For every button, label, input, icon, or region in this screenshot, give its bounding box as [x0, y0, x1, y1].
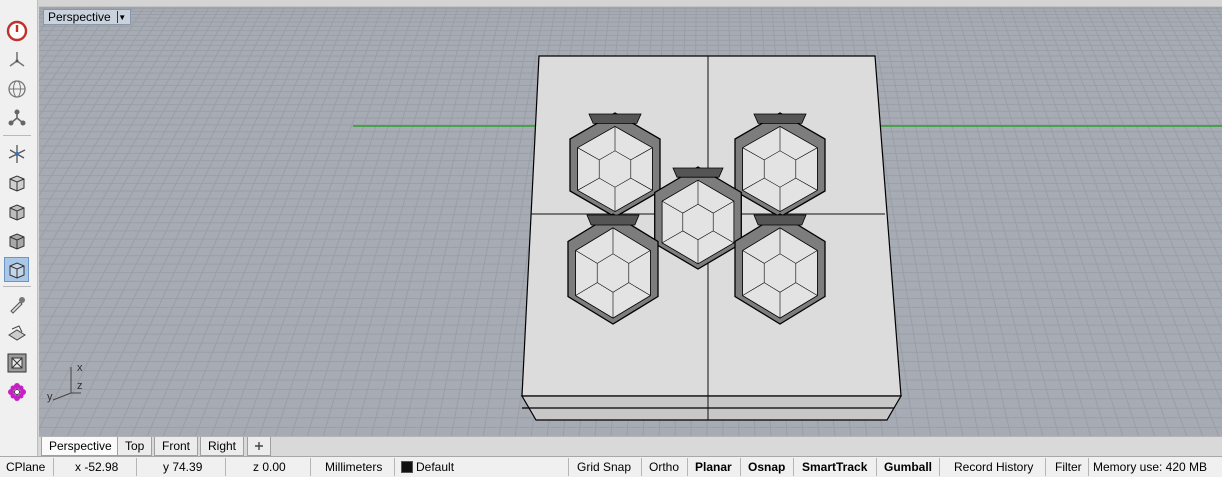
units-label[interactable]: Millimeters	[325, 457, 382, 477]
grid-line	[1063, 7, 1222, 406]
smarttrack-toggle[interactable]: SmartTrack	[802, 457, 867, 477]
chevron-down-icon[interactable]: ▼	[116, 11, 127, 23]
grid-line	[322, 7, 448, 436]
grid-line	[1009, 7, 1156, 436]
grid-line	[977, 7, 1108, 436]
tab-label: Front	[162, 439, 191, 453]
axis-label-x: x	[77, 362, 83, 374]
viewport-title-label: Perspective	[48, 10, 111, 24]
grid-line	[1085, 7, 1222, 332]
box-icon[interactable]	[4, 228, 29, 253]
grid-line	[338, 7, 459, 436]
grid-line	[923, 7, 1028, 436]
pipette-icon[interactable]	[4, 292, 29, 317]
grid-line	[386, 7, 491, 436]
perspective-viewport[interactable]: Perspective ▼ x z y	[39, 6, 1222, 436]
grid-line	[1150, 7, 1222, 153]
grid-line	[998, 7, 1140, 436]
grid-snap-toggle[interactable]: Grid Snap	[577, 457, 631, 477]
grid-line	[274, 7, 416, 436]
world-icon[interactable]	[4, 76, 29, 101]
ortho-toggle[interactable]: Ortho	[649, 457, 679, 477]
box-icon[interactable]	[4, 170, 29, 195]
tab-front[interactable]: Front	[154, 437, 199, 456]
transform-icon[interactable]	[4, 141, 29, 166]
viewport-title[interactable]: Perspective ▼	[43, 9, 131, 25]
axis-label-z: z	[77, 380, 83, 392]
viewport-scene	[39, 7, 1222, 436]
box-icon[interactable]	[4, 199, 29, 224]
planar-toggle[interactable]: Planar	[695, 457, 732, 477]
grid-line	[178, 7, 351, 436]
flower-icon[interactable]	[4, 379, 29, 404]
frame-icon[interactable]	[4, 350, 29, 375]
grid-line	[901, 7, 996, 436]
current-layer[interactable]: Default	[401, 457, 454, 477]
grid-line	[146, 7, 329, 436]
tab-label: Right	[208, 439, 237, 453]
gumball-icon[interactable]	[4, 105, 29, 130]
cplane-label[interactable]: CPlane	[6, 457, 45, 477]
layer-color-swatch	[401, 461, 413, 473]
osnap-toggle[interactable]: Osnap	[748, 457, 785, 477]
cplane-icon[interactable]	[4, 47, 29, 72]
grid-line	[418, 7, 513, 436]
grid-line	[1172, 7, 1222, 104]
tab-label: Top	[125, 439, 145, 453]
record-history-toggle[interactable]: Record History	[954, 457, 1033, 477]
grid-line	[130, 7, 318, 436]
coord-z: z 0.00	[253, 460, 286, 474]
grid-line	[1042, 7, 1204, 436]
grid-line	[1204, 7, 1222, 39]
grid-line	[210, 7, 372, 436]
left-toolbar	[0, 0, 38, 456]
grid-line	[1020, 7, 1172, 436]
tab-label: Perspective	[49, 439, 112, 453]
grid-line	[258, 7, 405, 436]
filter-toggle[interactable]: Filter	[1055, 457, 1082, 477]
memory-usage: Memory use: 420 MB	[1093, 460, 1208, 474]
grid-line	[306, 7, 437, 436]
grid-line	[955, 7, 1076, 436]
add-tab-icon[interactable]	[247, 437, 271, 456]
axis-label-y: y	[47, 391, 53, 403]
grid-line	[242, 7, 394, 436]
grid-line	[1117, 7, 1222, 235]
coord-y: y 74.39	[163, 460, 203, 474]
layer-name: Default	[416, 460, 455, 474]
grid-line	[966, 7, 1092, 436]
gumball-toggle[interactable]: Gumball	[884, 457, 932, 477]
viewport-tabs: Perspective Top Front Right	[39, 436, 1222, 456]
grid-line	[988, 7, 1124, 436]
grid-line	[82, 7, 286, 436]
status-bar: CPlane x -52.98 y 74.39 z 0.00 Millimete…	[0, 456, 1222, 477]
grid-line	[290, 7, 426, 436]
box-selected-icon[interactable]	[4, 257, 29, 282]
grid-line	[1139, 7, 1222, 179]
coord-x: x -52.98	[75, 460, 119, 474]
grid-line	[66, 7, 275, 436]
tab-right[interactable]: Right	[200, 437, 245, 456]
power-icon[interactable]	[4, 18, 29, 43]
grid-line	[1128, 7, 1222, 206]
tab-top[interactable]: Top	[117, 437, 153, 456]
layer-icon[interactable]	[4, 321, 29, 346]
tab-perspective[interactable]: Perspective	[41, 437, 120, 456]
